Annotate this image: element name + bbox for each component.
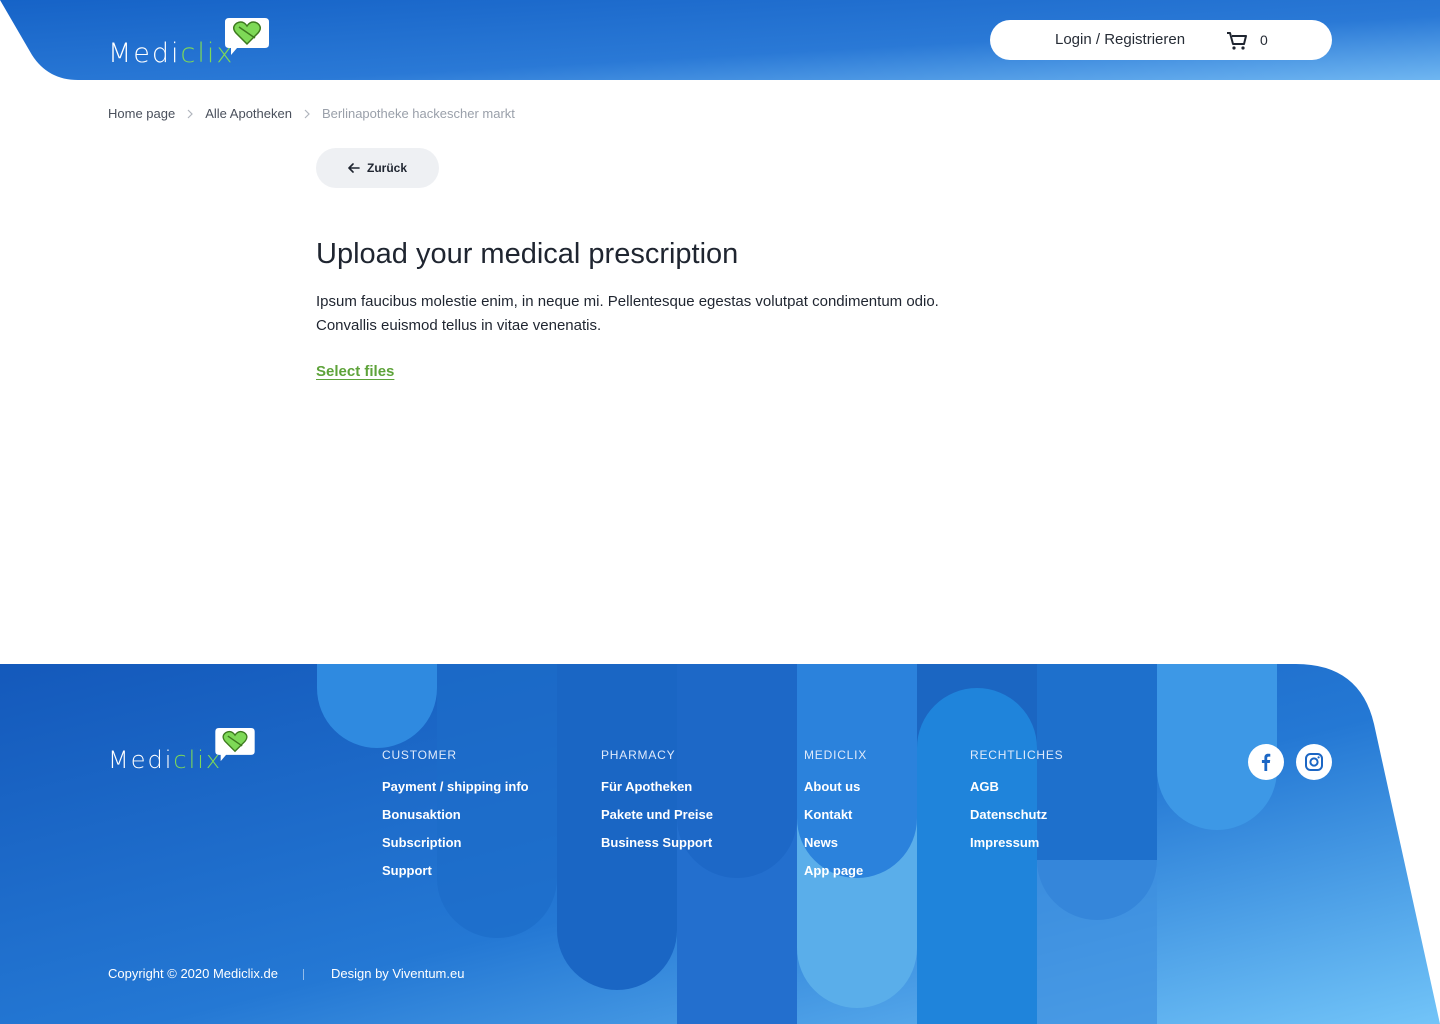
facebook-icon	[1261, 753, 1271, 771]
back-button-label: Zurück	[366, 161, 407, 175]
site-footer: Mediclix CUSTOMER Payment / shipping inf…	[0, 664, 1440, 1024]
site-header: Mediclix Login / Registrieren 0	[0, 0, 1440, 80]
footer-column-title: RECHTLICHES	[970, 748, 1064, 762]
footer-column-title: CUSTOMER	[382, 748, 457, 762]
select-files-link[interactable]: Select files	[316, 363, 394, 380]
footer-link-agb[interactable]: AGB	[970, 779, 1063, 807]
footer-link-datenschutz[interactable]: Datenschutz	[970, 807, 1063, 835]
heart-bubble-icon	[225, 18, 269, 55]
footer-link-business-support[interactable]: Business Support	[601, 835, 713, 863]
instagram-icon	[1305, 753, 1323, 771]
breadcrumb-current: Berlinapotheke hackescher markt	[321, 106, 515, 121]
breadcrumb-home[interactable]: Home page	[108, 106, 175, 121]
footer-link-news[interactable]: News	[804, 835, 867, 863]
instagram-button[interactable]	[1296, 744, 1332, 780]
chevron-right-icon	[187, 109, 194, 118]
cart-count: 0	[1260, 32, 1268, 48]
logo-wordmark: Mediclix	[108, 38, 235, 69]
footer-column-pharmacy: PHARMACY Für Apotheken Pakete und Preise…	[601, 748, 713, 863]
page-title: Upload your medical prescription	[316, 238, 739, 270]
page-description: Ipsum faucibus molestie enim, in neque m…	[316, 290, 976, 338]
footer-link-support[interactable]: Support	[382, 863, 529, 891]
cart-icon[interactable]	[1226, 31, 1248, 51]
description-line-1: Ipsum faucibus molestie enim, in neque m…	[316, 293, 939, 310]
footer-link-subscription[interactable]: Subscription	[382, 835, 529, 863]
footer-link-kontakt[interactable]: Kontakt	[804, 807, 867, 835]
footer-column-title: PHARMACY	[601, 748, 676, 762]
header-account-bar: Login / Registrieren 0	[990, 20, 1332, 60]
footer-column-title: MEDICLIX	[804, 748, 868, 762]
breadcrumb: Home page Alle Apotheken Berlinapotheke …	[108, 106, 515, 121]
chevron-right-icon	[304, 109, 310, 118]
breadcrumb-pharmacies[interactable]: Alle Apotheken	[205, 106, 292, 121]
login-register-link[interactable]: Login / Registrieren	[1055, 31, 1185, 48]
back-button[interactable]: Zurück	[316, 148, 439, 188]
header-logo[interactable]: Mediclix	[108, 18, 278, 69]
footer-link-pakete-preise[interactable]: Pakete und Preise	[601, 807, 713, 835]
footer-link-payment-shipping[interactable]: Payment / shipping info	[382, 779, 529, 807]
logo-wordmark: Mediclix	[108, 746, 223, 774]
footer-column-customer: CUSTOMER Payment / shipping info Bonusak…	[382, 748, 529, 891]
footer-link-about-us[interactable]: About us	[804, 779, 867, 807]
footer-column-rechtliches: RECHTLICHES AGB Datenschutz Impressum	[970, 748, 1063, 863]
footer-logo[interactable]: Mediclix	[108, 728, 258, 774]
description-line-2: Convallis euismod tellus in vitae venena…	[316, 317, 602, 334]
footer-divider	[303, 969, 304, 980]
facebook-button[interactable]	[1248, 744, 1284, 780]
footer-link-impressum[interactable]: Impressum	[970, 835, 1063, 863]
footer-link-app-page[interactable]: App page	[804, 863, 867, 891]
copyright-text: Copyright © 2020 Mediclix.de	[108, 966, 278, 981]
footer-link-fur-apotheken[interactable]: Für Apotheken	[601, 779, 713, 807]
arrow-left-icon	[348, 163, 360, 173]
footer-link-bonusaktion[interactable]: Bonusaktion	[382, 807, 529, 835]
heart-bubble-icon	[215, 728, 255, 762]
footer-column-mediclix: MEDICLIX About us Kontakt News App page	[804, 748, 867, 891]
design-credit-link[interactable]: Design by Viventum.eu	[331, 966, 464, 981]
